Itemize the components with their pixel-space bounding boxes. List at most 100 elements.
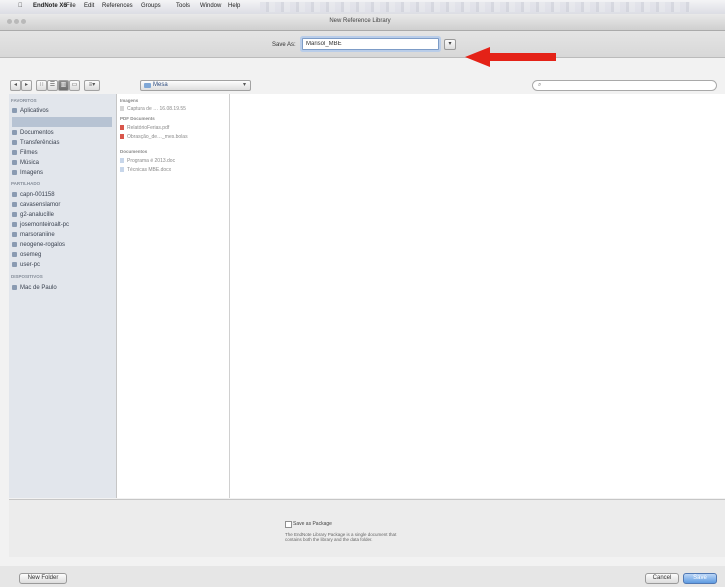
red-arrow-icon [465,47,556,67]
window-controls [7,19,29,25]
image-file-icon [120,106,124,112]
downloads-icon [12,139,17,145]
sidebar-item-label: josemonteiroalt-pc [20,222,70,228]
location-label: Mesa [153,82,168,88]
pdf-file-icon [120,125,124,131]
music-icon [12,159,17,165]
sidebar-item-label: Mac de Paulo [20,285,57,291]
file-item[interactable]: Obrasção_de…_mes.bolas [120,134,188,140]
sidebar-item-shared[interactable]: josemonteiroalt-pc [12,220,112,230]
sidebar-item-shared[interactable]: user-pc [12,260,112,270]
save-button[interactable]: Save [683,573,717,584]
save-as-row: Save As: ▾ [0,31,725,58]
apple-menu-icon[interactable]:  [18,3,23,9]
sidebar-header-devices: DISPOSITIVOS [11,274,43,279]
applications-icon [12,107,17,113]
menu-groups[interactable]: Groups [141,3,161,9]
file-item[interactable]: Programa é 2013.doc [120,158,175,164]
save-as-package-checkbox[interactable] [285,521,292,528]
sidebar-item-desktop[interactable] [12,117,112,127]
save-as-label: Save As: [272,42,296,48]
sidebar-item-label: Transferências [20,140,60,146]
section-header: PDF Documents [120,116,155,121]
forward-button[interactable]: ▸ [21,80,32,91]
new-folder-button[interactable]: New Folder [19,573,67,584]
section-header: Imagens [120,98,139,103]
sidebar-item-device[interactable]: Mac de Paulo [12,283,112,293]
zoom-window-icon[interactable] [21,19,26,24]
sidebar-item-shared[interactable]: capn-001158 [12,190,112,200]
close-window-icon[interactable] [7,19,12,24]
menu-bar:  EndNote X6 File Edit References Groups… [0,0,725,15]
sidebar-item-shared[interactable]: g2-analucílle [12,210,112,220]
file-item[interactable]: RelatórioFerias.pdf [120,125,169,131]
menu-edit[interactable]: Edit [84,3,94,9]
app-menu[interactable]: EndNote X6 [33,3,67,9]
computer-icon [12,284,17,290]
arrow-shape [465,47,556,67]
sidebar-item-shared[interactable]: marsoraniine [12,230,112,240]
sidebar-item-music[interactable]: Música [12,158,112,168]
file-name: Captura de … 16.08.19.55 [127,106,186,112]
expand-dialog-button[interactable]: ▾ [444,39,456,50]
list-view-button[interactable]: ☰ [47,80,58,91]
menu-window[interactable]: Window [200,3,221,9]
back-button[interactable]: ◂ [10,80,21,91]
menubar-status-area [260,2,690,12]
sidebar-item-shared[interactable]: cavasenslamor [12,200,112,210]
menu-references[interactable]: References [102,3,133,9]
file-name: Programa é 2013.doc [127,158,176,164]
sidebar-item-pictures[interactable]: Imagens [12,168,112,178]
minimize-window-icon[interactable] [14,19,19,24]
sidebar-item-documents[interactable]: Documentos [12,128,112,138]
movies-icon [12,149,17,155]
search-input[interactable]: ⌕ [532,80,717,91]
sidebar-item-applications[interactable]: Aplicativos [12,106,112,116]
icon-view-button[interactable]: ∷ [36,80,47,91]
network-computer-icon [12,231,17,237]
file-name: RelatórioFerias.pdf [127,125,170,131]
menu-help[interactable]: Help [228,3,240,9]
accessory-panel [9,499,725,557]
file-item[interactable]: Técnicas MBE.docx [120,167,171,173]
finder-toolbar: ◂ ▸ ∷ ☰ ▥ ▭ ≡▾ Mesa ▾ ⌕ [0,80,725,94]
menu-tools[interactable]: Tools [176,3,190,9]
package-description: The EndNote Library Package is a single … [285,532,435,542]
sidebar-item-label: cavasenslamor [20,202,61,208]
sidebar-item-label: neogene-rogalos [20,242,66,248]
sidebar-header-shared: PARTILHADO [11,181,41,186]
window-title: New Reference Library [329,18,391,24]
sidebar-item-movies[interactable]: Filmes [12,148,112,158]
save-as-package-label: Save as Package [293,521,332,527]
sidebar-item-shared[interactable]: neogene-rogalos [12,240,112,250]
sidebar-item-label: Documentos [20,130,54,136]
sidebar: FAVORITOS Aplicativos Documentos Transfe… [9,94,117,498]
sidebar-item-label: marsoraniine [20,232,55,238]
sidebar-item-label: osemeg [20,252,42,258]
sidebar-item-label: Filmes [20,150,38,156]
location-popup[interactable]: Mesa ▾ [140,80,251,91]
arrange-button[interactable]: ≡▾ [84,80,100,91]
sidebar-item-shared[interactable]: osemeg [12,250,112,260]
search-icon: ⌕ [538,82,542,88]
menu-file[interactable]: File [66,3,76,9]
save-as-input[interactable] [302,38,439,50]
file-item[interactable]: Captura de … 16.08.19.55 [120,106,186,112]
file-name: Técnicas MBE.docx [127,167,172,173]
section-header: Documentos [120,149,148,154]
sidebar-item-downloads[interactable]: Transferências [12,138,112,148]
cancel-button[interactable]: Cancel [645,573,679,584]
network-computer-icon [12,221,17,227]
pdf-file-icon [120,134,124,140]
sidebar-item-label: Aplicativos [20,108,49,114]
coverflow-view-button[interactable]: ▭ [69,80,80,91]
column-view-button[interactable]: ▥ [58,80,69,91]
sidebar-item-label: g2-analucílle [20,212,55,218]
sidebar-header-favorites: FAVORITOS [11,98,37,103]
network-computer-icon [12,261,17,267]
network-computer-icon [12,201,17,207]
chevron-down-icon: ▾ [242,82,246,88]
network-computer-icon [12,211,17,217]
pictures-icon [12,169,17,175]
folder-icon [144,83,151,88]
